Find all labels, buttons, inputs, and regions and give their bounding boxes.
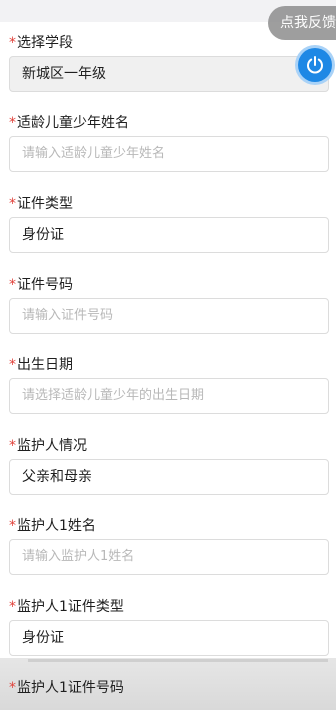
field-label-text: 选择学段: [17, 35, 73, 51]
field-label-text: 适龄儿童少年姓名: [17, 115, 129, 131]
required-mark: *: [9, 599, 16, 615]
field-label-text: 证件号码: [17, 277, 73, 293]
field-label: *证件类型: [9, 195, 73, 213]
field-label: *监护人1证件号码: [9, 679, 124, 697]
id-number-input[interactable]: 请输入证件号码: [9, 298, 329, 334]
field-label-text: 监护人1证件类型: [17, 599, 124, 615]
field-label: *适龄儿童少年姓名: [9, 114, 129, 132]
required-mark: *: [9, 115, 16, 131]
field-label: *监护人1证件类型: [9, 598, 124, 616]
child-name-input[interactable]: 请输入适龄儿童少年姓名: [9, 136, 329, 172]
guardian1-name-input[interactable]: 请输入监护人1姓名: [9, 539, 329, 575]
field-label-text: 监护人情况: [17, 438, 87, 454]
field-label-text: 证件类型: [17, 196, 73, 212]
required-mark: *: [9, 35, 16, 51]
field-label: *选择学段: [9, 34, 73, 52]
field-label-text: 监护人1证件号码: [17, 680, 124, 696]
form-page: *选择学段 新城区一年级 *适龄儿童少年姓名 请输入适龄儿童少年姓名 *证件类型…: [0, 0, 336, 710]
divider: [28, 659, 328, 662]
feedback-button[interactable]: 点我反馈: [268, 6, 336, 40]
field-label: *证件号码: [9, 276, 73, 294]
required-mark: *: [9, 438, 16, 454]
power-icon: [307, 56, 323, 74]
field-label-text: 出生日期: [17, 357, 73, 373]
required-mark: *: [9, 277, 16, 293]
field-label: *监护人1姓名: [9, 517, 96, 535]
guardian1-id-type-select[interactable]: 身份证: [9, 620, 329, 656]
school-stage-select[interactable]: 新城区一年级: [9, 56, 329, 92]
required-mark: *: [9, 357, 16, 373]
birth-date-picker[interactable]: 请选择适龄儿童少年的出生日期: [9, 378, 329, 414]
id-type-select[interactable]: 身份证: [9, 217, 329, 253]
field-label-text: 监护人1姓名: [17, 518, 96, 534]
floating-power-button[interactable]: [298, 48, 332, 82]
required-mark: *: [9, 518, 16, 534]
required-mark: *: [9, 196, 16, 212]
field-label: *监护人情况: [9, 437, 87, 455]
field-label: *出生日期: [9, 356, 73, 374]
required-mark: *: [9, 680, 16, 696]
guardian-situation-select[interactable]: 父亲和母亲: [9, 459, 329, 495]
